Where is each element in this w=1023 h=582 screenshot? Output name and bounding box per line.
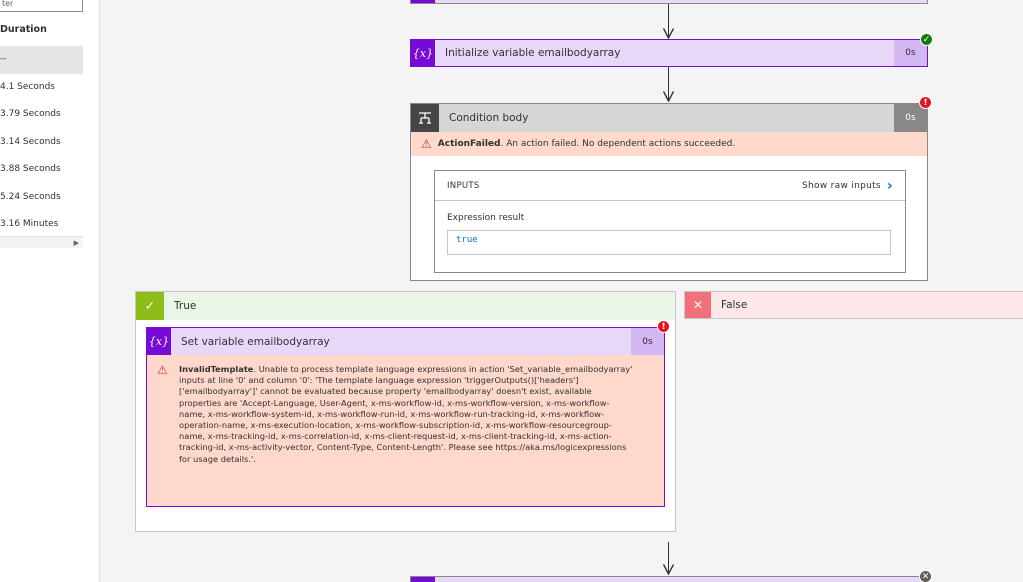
- false-branch[interactable]: ✕ False: [684, 291, 1023, 319]
- duration-row[interactable]: 3.88 Seconds: [0, 156, 83, 184]
- arrow-down-icon: [663, 91, 674, 102]
- duration-row[interactable]: --: [0, 46, 83, 74]
- error-banner: ⚠ ActionFailed . An action failed. No de…: [411, 132, 927, 156]
- true-branch-header[interactable]: ✓ True: [136, 292, 675, 320]
- initialize-variable-action[interactable]: {x} Initialize variable emailbodyarray 0…: [410, 39, 928, 67]
- duration-row[interactable]: 4.1 Seconds: [0, 74, 83, 102]
- inputs-label: INPUTS: [447, 180, 480, 191]
- next-action-card[interactable]: [410, 576, 928, 582]
- success-check-icon: ✓: [920, 33, 933, 46]
- condition-action[interactable]: Condition body 0s ⚠ ActionFailed . An ac…: [410, 103, 928, 281]
- false-branch-header[interactable]: ✕ False: [685, 292, 1023, 318]
- duration-row[interactable]: 5.24 Seconds: [0, 184, 83, 212]
- duration-row[interactable]: 3.79 Seconds: [0, 101, 83, 129]
- action-title: Condition body: [449, 112, 529, 124]
- show-raw-inputs-link[interactable]: Show raw inputs ›: [802, 178, 905, 194]
- designer-canvas: {x} Initialize variable emailbodyarray 0…: [118, 0, 1023, 582]
- error-code: ActionFailed: [437, 139, 501, 149]
- skipped-icon: ✕: [919, 570, 932, 582]
- error-details: InvalidTemplate. Unable to process templ…: [179, 364, 635, 465]
- arrow-down-icon: [663, 28, 674, 39]
- error-icon: !: [919, 96, 932, 109]
- condition-icon: [411, 104, 439, 132]
- expression-result-label: Expression result: [447, 213, 525, 223]
- close-icon: ✕: [685, 292, 711, 318]
- filter-input[interactable]: ter: [0, 0, 83, 12]
- horizontal-scrollbar[interactable]: ▶: [0, 236, 83, 248]
- duration-row[interactable]: 3.14 Seconds: [0, 129, 83, 157]
- variable-icon: [411, 577, 435, 582]
- variable-icon: {x}: [147, 328, 171, 355]
- check-icon: ✓: [136, 292, 164, 320]
- duration-row[interactable]: 3.16 Minutes: [0, 211, 83, 239]
- set-variable-action[interactable]: {x} Set variable emailbodyarray 0s ⚠ Inv…: [146, 327, 665, 507]
- error-message: . Unable to process template language ex…: [179, 364, 633, 464]
- duration-column-header[interactable]: Duration: [0, 24, 47, 35]
- flow-arrow: [662, 542, 676, 576]
- true-branch-label: True: [174, 300, 197, 312]
- warning-icon: ⚠: [421, 137, 432, 151]
- expression-result-value: true: [447, 230, 891, 255]
- arrow-down-icon: [663, 564, 674, 575]
- error-code: InvalidTemplate: [179, 364, 254, 374]
- flow-arrow: [662, 67, 676, 103]
- duration-list: -- 4.1 Seconds 3.79 Seconds 3.14 Seconds…: [0, 46, 83, 239]
- action-title: Set variable emailbodyarray: [181, 335, 330, 348]
- show-raw-inputs-label: Show raw inputs: [802, 180, 881, 191]
- flow-arrow: [662, 4, 676, 40]
- variable-icon: {x}: [411, 40, 435, 66]
- error-message: . An action failed. No dependent actions…: [500, 139, 736, 149]
- action-duration: 0s: [631, 328, 664, 355]
- run-history-panel: ter Duration -- 4.1 Seconds 3.79 Seconds…: [0, 0, 100, 582]
- condition-header[interactable]: Condition body 0s: [411, 104, 927, 132]
- chevron-right-icon: ›: [886, 177, 893, 194]
- scroll-right-icon[interactable]: ▶: [74, 239, 79, 247]
- false-branch-label: False: [721, 299, 748, 311]
- warning-icon: ⚠: [157, 363, 168, 377]
- error-icon: !: [657, 320, 670, 333]
- inputs-section: INPUTS Show raw inputs › Expression resu…: [434, 170, 906, 273]
- variable-icon: [411, 0, 435, 3]
- action-title: Initialize variable emailbodyarray: [445, 47, 621, 59]
